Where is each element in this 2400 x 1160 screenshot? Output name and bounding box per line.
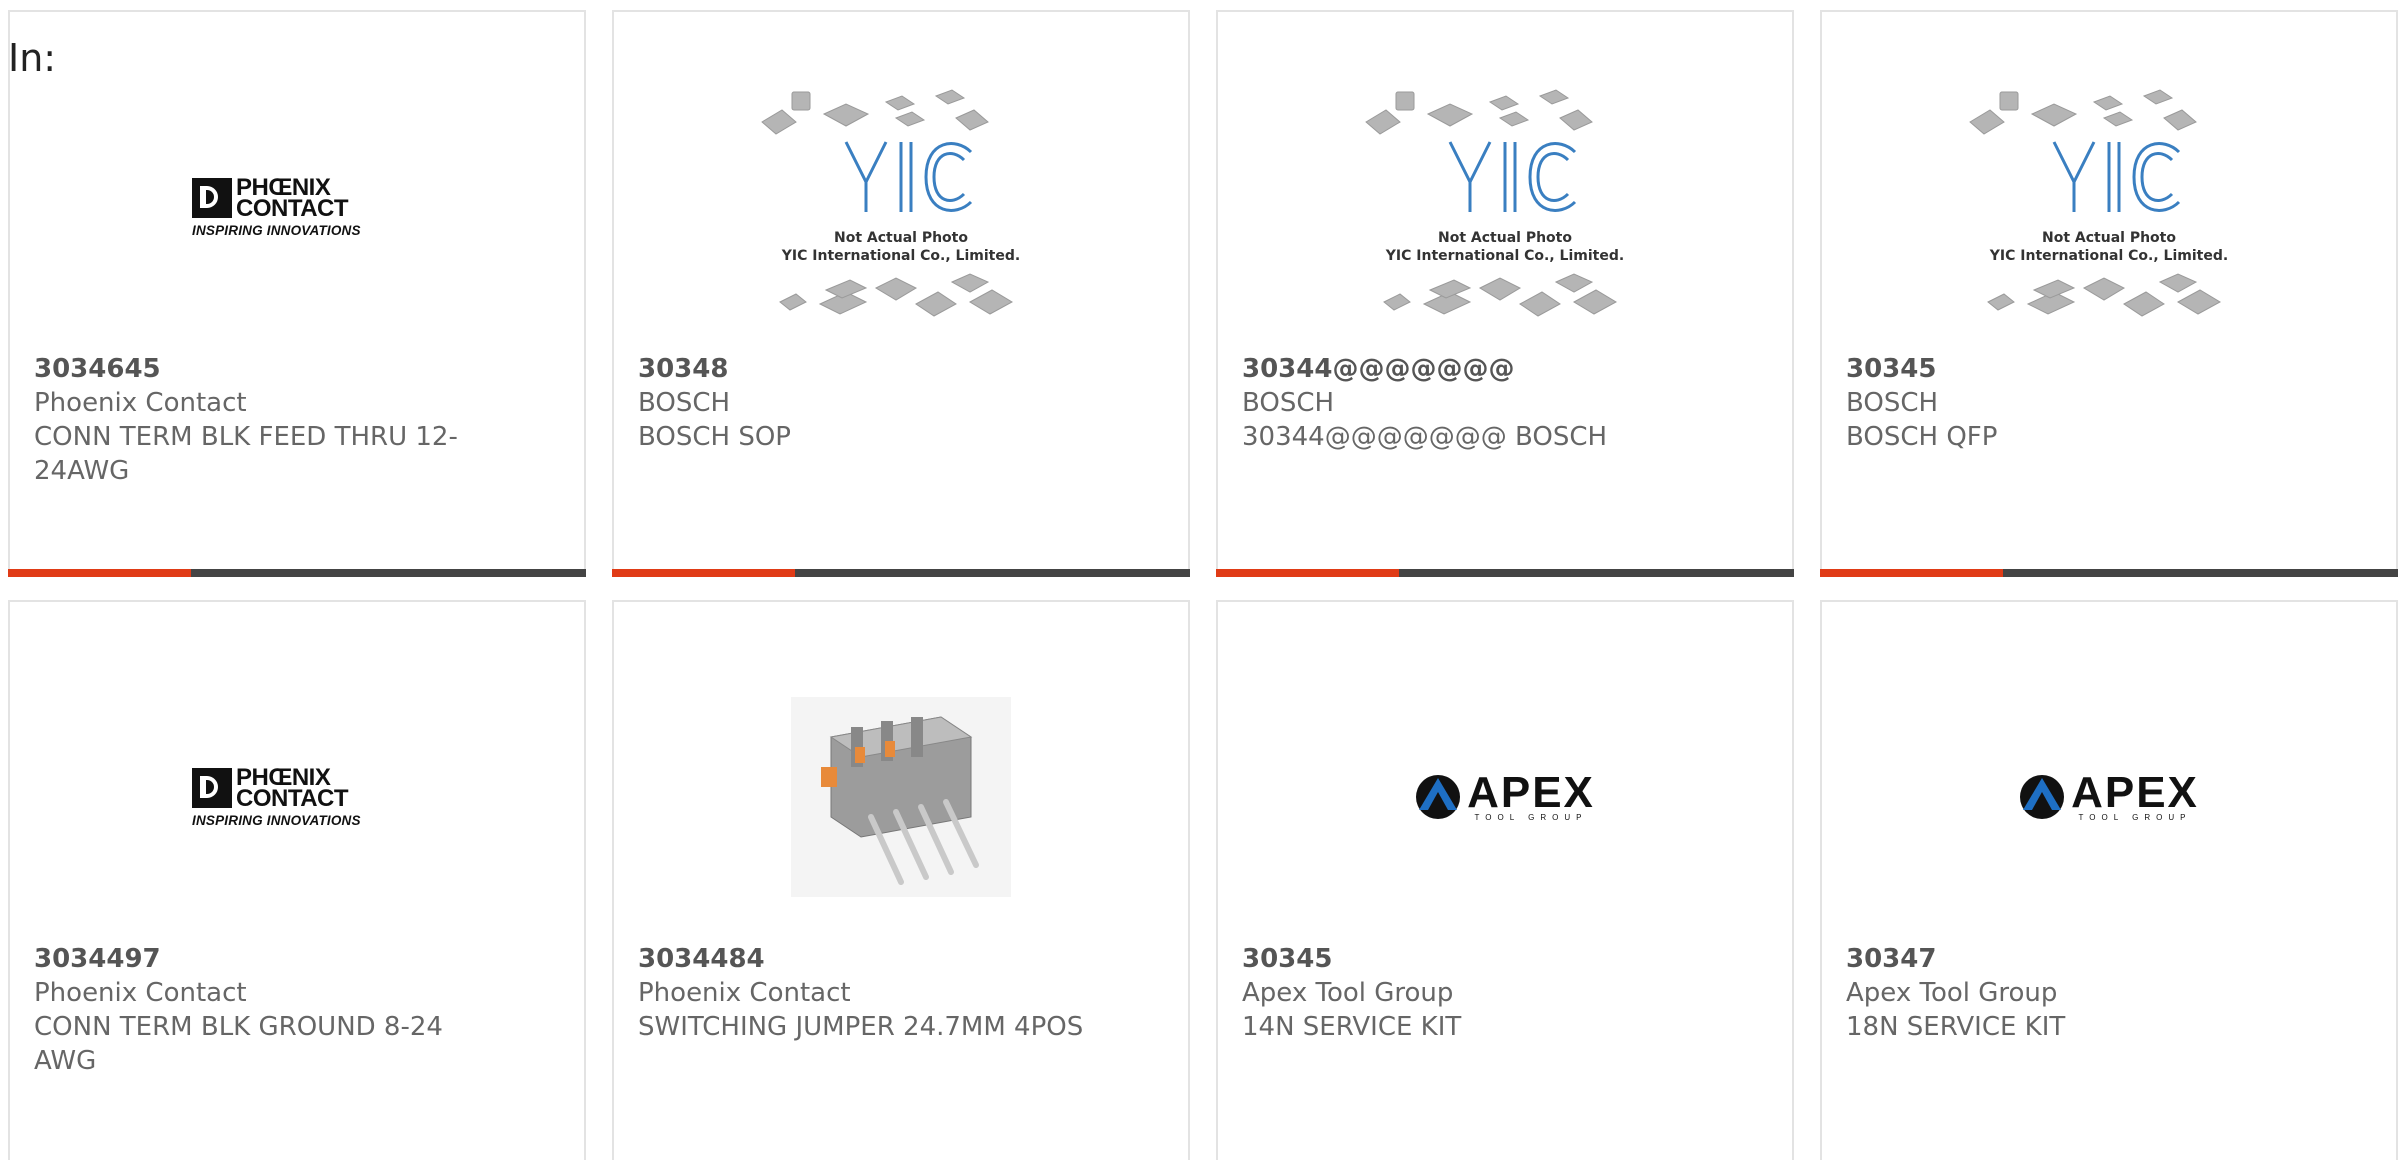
logo-text: APEX (1467, 767, 1595, 817)
product-image[interactable]: Not Actual Photo YIC International Co., … (1218, 52, 1792, 362)
product-image[interactable]: Not Actual Photo YIC International Co., … (1822, 52, 2396, 362)
product-card[interactable]: PHŒNIX CONTACT INSPIRING INNOVATIONS 303… (8, 10, 586, 577)
part-number[interactable]: 30345 (1846, 352, 2296, 386)
yic-placeholder-image: Not Actual Photo YIC International Co., … (1964, 82, 2254, 332)
description: 14N SERVICE KIT (1242, 1012, 1462, 1042)
part-number[interactable]: 30348 (638, 352, 1088, 386)
product-card[interactable]: APEX TOOL GROUP 30345 Apex Tool Group 14… (1216, 600, 1794, 1160)
apex-tool-group-logo: APEX TOOL GROUP (2019, 767, 2199, 822)
part-number[interactable]: 30344@@@@@@@ (1242, 352, 1692, 386)
logo-tagline: INSPIRING INNOVATIONS (192, 812, 361, 828)
phoenix-mark-icon (192, 767, 232, 808)
product-card[interactable]: Not Actual Photo YIC International Co., … (1216, 10, 1794, 577)
manufacturer: Apex Tool Group (1242, 978, 1454, 1008)
part-number[interactable]: 30345 (1242, 942, 1692, 976)
product-image[interactable]: APEX TOOL GROUP (1822, 642, 2396, 952)
svg-text:YIC International Co., Limited: YIC International Co., Limited. (1385, 248, 1624, 264)
logo-tagline: INSPIRING INNOVATIONS (192, 222, 361, 238)
card-bottom-bar (612, 569, 1190, 577)
svg-text:Not Actual Photo: Not Actual Photo (2042, 230, 2176, 246)
part-number[interactable]: 3034484 (638, 942, 1088, 976)
description: BOSCH SOP (638, 422, 791, 452)
yic-placeholder-image: Not Actual Photo YIC International Co., … (756, 82, 1046, 332)
manufacturer: BOSCH (1846, 388, 1939, 418)
product-grid-row-2: PHŒNIX CONTACT INSPIRING INNOVATIONS 303… (8, 600, 2398, 1160)
product-image[interactable] (614, 642, 1188, 952)
product-grid: PHŒNIX CONTACT INSPIRING INNOVATIONS 303… (8, 10, 2398, 577)
manufacturer: Phoenix Contact (34, 388, 247, 418)
logo-text: APEX (2071, 767, 2199, 817)
description: SWITCHING JUMPER 24.7MM 4POS (638, 1012, 1084, 1042)
product-image[interactable]: PHŒNIX CONTACT INSPIRING INNOVATIONS (10, 52, 584, 362)
logo-text-line2: CONTACT (236, 194, 349, 222)
product-image[interactable]: APEX TOOL GROUP (1218, 642, 1792, 952)
apex-tool-group-logo: APEX TOOL GROUP (1415, 767, 1595, 822)
svg-text:YIC International Co., Limited: YIC International Co., Limited. (1989, 248, 2228, 264)
product-card[interactable]: PHŒNIX CONTACT INSPIRING INNOVATIONS 303… (8, 600, 586, 1160)
manufacturer: Phoenix Contact (638, 978, 851, 1008)
product-card[interactable]: Not Actual Photo YIC International Co., … (612, 10, 1190, 577)
description: BOSCH QFP (1846, 422, 1998, 452)
svg-text:Not Actual Photo: Not Actual Photo (834, 230, 968, 246)
svg-text:Not Actual Photo: Not Actual Photo (1438, 230, 1572, 246)
phoenix-contact-logo: PHŒNIX CONTACT INSPIRING INNOVATIONS (192, 175, 402, 238)
product-image[interactable]: PHŒNIX CONTACT INSPIRING INNOVATIONS (10, 642, 584, 952)
product-image[interactable]: Not Actual Photo YIC International Co., … (614, 52, 1188, 362)
yic-placeholder-image: Not Actual Photo YIC International Co., … (1360, 82, 1650, 332)
logo-subtext: TOOL GROUP (1474, 812, 1588, 822)
switching-jumper-photo (791, 697, 1011, 897)
apex-triangle-icon (1416, 775, 1461, 819)
logo-text-line2: CONTACT (236, 784, 349, 812)
phoenix-mark-icon (192, 177, 232, 218)
card-bottom-bar (8, 569, 586, 577)
part-number[interactable]: 3034497 (34, 942, 484, 976)
part-number[interactable]: 3034645 (34, 352, 484, 386)
in-label: In: (8, 36, 57, 80)
manufacturer: BOSCH (638, 388, 731, 418)
manufacturer: Phoenix Contact (34, 978, 247, 1008)
phoenix-contact-logo: PHŒNIX CONTACT INSPIRING INNOVATIONS (192, 765, 402, 828)
card-bottom-bar (1216, 569, 1794, 577)
product-card[interactable]: APEX TOOL GROUP 30347 Apex Tool Group 18… (1820, 600, 2398, 1160)
manufacturer: Apex Tool Group (1846, 978, 2058, 1008)
logo-subtext: TOOL GROUP (2078, 812, 2192, 822)
product-card[interactable]: 3034484 Phoenix Contact SWITCHING JUMPER… (612, 600, 1190, 1160)
svg-text:YIC International Co., Limited: YIC International Co., Limited. (781, 248, 1020, 264)
description: 30344@@@@@@@ BOSCH (1242, 422, 1608, 452)
product-card[interactable]: Not Actual Photo YIC International Co., … (1820, 10, 2398, 577)
description: CONN TERM BLK GROUND 8-24 AWG (34, 1012, 443, 1076)
description: CONN TERM BLK FEED THRU 12-24AWG (34, 422, 458, 486)
card-bottom-bar (1820, 569, 2398, 577)
apex-triangle-icon (2020, 775, 2065, 819)
description: 18N SERVICE KIT (1846, 1012, 2066, 1042)
part-number[interactable]: 30347 (1846, 942, 2296, 976)
manufacturer: BOSCH (1242, 388, 1335, 418)
